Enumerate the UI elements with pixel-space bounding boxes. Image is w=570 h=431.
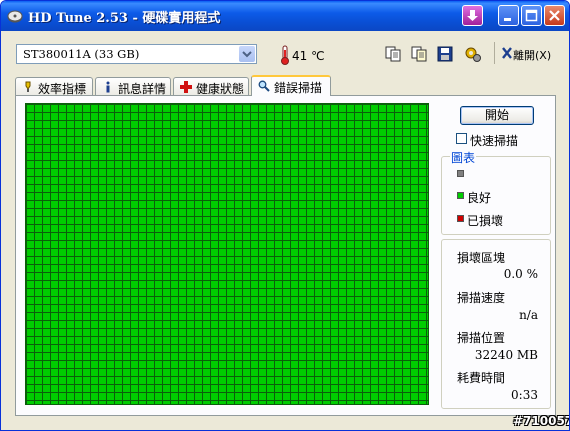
scan-position-value: 32240 MB (474, 348, 538, 362)
chevron-down-icon[interactable] (239, 46, 255, 62)
window-title: HD Tune 2.53 - 硬碟實用程式 (28, 11, 221, 26)
legend-label: 已損壞 (467, 214, 504, 228)
damaged-blocks-value: 0.0 % (503, 267, 538, 281)
exit-label: 離開(X) (513, 49, 552, 62)
temperature-readout: 41 ℃ (292, 49, 325, 63)
tab-benchmark[interactable]: 效率指標 (15, 77, 93, 96)
tab-error-scan[interactable]: 錯誤掃描 (251, 75, 331, 96)
legend-swatch (457, 170, 464, 177)
legend-label: 良好 (467, 191, 492, 205)
damaged-blocks-label: 損壞區塊 (457, 251, 506, 265)
toolbar: ST380011A (33 GB) 41 ℃ 離開(X) (1, 31, 569, 73)
scan-block-map (25, 103, 429, 405)
title-bar: HD Tune 2.53 - 硬碟實用程式 (1, 1, 569, 31)
exit-button[interactable]: 離開(X) (499, 43, 555, 65)
down-arrow-icon (467, 10, 478, 21)
elapsed-time-label: 耗費時間 (457, 371, 506, 385)
save-icon[interactable] (435, 44, 455, 64)
tab-label: 錯誤掃描 (274, 81, 323, 95)
options-icon[interactable] (463, 44, 483, 64)
drive-select-value: ST380011A (33 GB) (23, 47, 140, 61)
app-icon (7, 10, 23, 23)
benchmark-icon (25, 81, 31, 92)
legend-group: 圖表 良好 已損壞 (441, 149, 551, 235)
tab-health[interactable]: 健康狀態 (173, 77, 249, 96)
tab-info[interactable]: 訊息詳情 (95, 77, 171, 96)
exit-icon (502, 47, 512, 59)
legend-swatch (457, 192, 464, 199)
copy-all-icon[interactable] (409, 44, 429, 64)
hdtune-window: HD Tune 2.53 - 硬碟實用程式 ST380011A (33 GB) (0, 0, 570, 431)
legend-title: 圖表 (450, 149, 477, 166)
close-icon (549, 10, 560, 21)
health-cross-icon (180, 81, 192, 93)
maximize-icon (525, 9, 538, 22)
scan-position-label: 掃描位置 (457, 331, 506, 345)
copy-icon[interactable] (383, 44, 403, 64)
close-button[interactable] (544, 5, 565, 26)
start-button[interactable]: 開始 (460, 106, 534, 125)
toolbar-separator (494, 42, 495, 64)
minimize-icon (504, 18, 511, 21)
thermometer-icon (281, 45, 289, 65)
info-icon (106, 81, 110, 93)
download-button[interactable] (462, 5, 483, 26)
maximize-button[interactable] (521, 5, 542, 26)
legend-swatch (457, 215, 464, 222)
drive-select[interactable]: ST380011A (33 GB) (16, 44, 257, 64)
error-scan-panel: 開始 快速掃描 圖表 良好 已損壞 損壞區塊 0.0 % 掃描速度 n/a 掃描… (15, 95, 556, 416)
elapsed-time-value: 0:33 (511, 388, 538, 402)
minimize-button[interactable] (498, 5, 519, 26)
quick-scan-label: 快速掃描 (470, 134, 519, 148)
magnifier-icon (258, 80, 270, 92)
image-watermark: #710057 (513, 414, 570, 428)
scan-speed-label: 掃描速度 (457, 291, 506, 305)
scan-stats-group: 損壞區塊 0.0 % 掃描速度 n/a 掃描位置 32240 MB 耗費時間 0… (441, 239, 551, 409)
scan-speed-value: n/a (519, 308, 538, 322)
checkbox-box[interactable] (456, 133, 467, 144)
